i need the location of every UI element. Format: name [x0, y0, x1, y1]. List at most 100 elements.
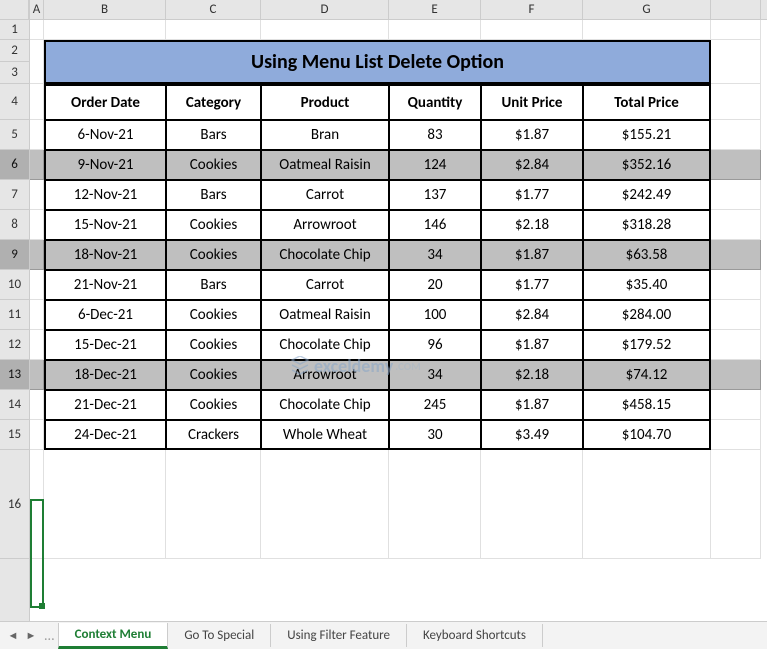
- row-header-10[interactable]: 10: [0, 270, 29, 300]
- fill-handle[interactable]: [39, 603, 45, 609]
- row-header-5[interactable]: 5: [0, 120, 29, 150]
- tab-nav-next[interactable]: ►: [22, 626, 40, 646]
- col-header-h[interactable]: [711, 0, 761, 19]
- cell-product[interactable]: Oatmeal Raisin: [261, 150, 389, 180]
- cell-quantity[interactable]: 96: [389, 330, 481, 360]
- cell-date[interactable]: 18-Dec-21: [44, 360, 166, 390]
- header-category[interactable]: Category: [166, 84, 261, 120]
- cell-product[interactable]: Chocolate Chip: [261, 240, 389, 270]
- cell-category[interactable]: Cookies: [166, 150, 261, 180]
- row-header-13[interactable]: 13: [0, 360, 29, 390]
- tab-nav-more[interactable]: ...: [40, 627, 59, 644]
- col-header-e[interactable]: E: [389, 0, 481, 19]
- cell-product[interactable]: Arrowroot: [261, 210, 389, 240]
- row-header-1[interactable]: 1: [0, 20, 29, 40]
- cell-total-price[interactable]: $318.28: [583, 210, 711, 240]
- cell-total-price[interactable]: $179.52: [583, 330, 711, 360]
- cell-date[interactable]: 15-Dec-21: [44, 330, 166, 360]
- col-header-f[interactable]: F: [481, 0, 583, 19]
- cell-unit-price[interactable]: $1.87: [481, 240, 583, 270]
- row-header-11[interactable]: 11: [0, 300, 29, 330]
- cell-category[interactable]: Crackers: [166, 420, 261, 450]
- cell-category[interactable]: Bars: [166, 270, 261, 300]
- cell-product[interactable]: Chocolate Chip: [261, 390, 389, 420]
- cell-quantity[interactable]: 30: [389, 420, 481, 450]
- cell-total-price[interactable]: $284.00: [583, 300, 711, 330]
- cell-date[interactable]: 12-Nov-21: [44, 180, 166, 210]
- sheet-tab-keyboard-shortcuts[interactable]: Keyboard Shortcuts: [406, 624, 543, 647]
- row-header-6[interactable]: 6: [0, 150, 29, 180]
- cell-date[interactable]: 6-Nov-21: [44, 120, 166, 150]
- cell-date[interactable]: 15-Nov-21: [44, 210, 166, 240]
- cell-quantity[interactable]: 245: [389, 390, 481, 420]
- cell-unit-price[interactable]: $2.18: [481, 210, 583, 240]
- cell-product[interactable]: Carrot: [261, 180, 389, 210]
- row-header-12[interactable]: 12: [0, 330, 29, 360]
- row-header-9[interactable]: 9: [0, 240, 29, 270]
- cell-unit-price[interactable]: $1.77: [481, 180, 583, 210]
- col-header-a[interactable]: A: [30, 0, 44, 19]
- select-all-corner[interactable]: [0, 0, 29, 20]
- cell-total-price[interactable]: $242.49: [583, 180, 711, 210]
- cell-unit-price[interactable]: $1.87: [481, 390, 583, 420]
- cell-category[interactable]: Bars: [166, 120, 261, 150]
- cell-total-price[interactable]: $35.40: [583, 270, 711, 300]
- cell-product[interactable]: Oatmeal Raisin: [261, 300, 389, 330]
- cell-total-price[interactable]: $63.58: [583, 240, 711, 270]
- cell-unit-price[interactable]: $1.87: [481, 120, 583, 150]
- cell-total-price[interactable]: $74.12: [583, 360, 711, 390]
- cell-total-price[interactable]: $458.15: [583, 390, 711, 420]
- cell-date[interactable]: 9-Nov-21: [44, 150, 166, 180]
- tab-nav-prev[interactable]: ◄: [4, 626, 22, 646]
- cell-total-price[interactable]: $155.21: [583, 120, 711, 150]
- row-header-4[interactable]: 4: [0, 84, 29, 120]
- sheet-tab-context-menu[interactable]: Context Menu: [58, 623, 169, 649]
- cells-area[interactable]: Using Menu List Delete Option Order Date…: [30, 20, 767, 559]
- cell-date[interactable]: 21-Nov-21: [44, 270, 166, 300]
- cell-category[interactable]: Bars: [166, 180, 261, 210]
- cell-category[interactable]: Cookies: [166, 360, 261, 390]
- header-order-date[interactable]: Order Date: [44, 84, 166, 120]
- cell-date[interactable]: 18-Nov-21: [44, 240, 166, 270]
- header-quantity[interactable]: Quantity: [389, 84, 481, 120]
- cell-quantity[interactable]: 20: [389, 270, 481, 300]
- cell-product[interactable]: Arrowroot: [261, 360, 389, 390]
- cell-total-price[interactable]: $104.70: [583, 420, 711, 450]
- header-unit-price[interactable]: Unit Price: [481, 84, 583, 120]
- row-header-15[interactable]: 15: [0, 420, 29, 450]
- row-header-2[interactable]: 2: [0, 40, 29, 62]
- row-header-16[interactable]: 16: [0, 450, 29, 559]
- header-total-price[interactable]: Total Price: [583, 84, 711, 120]
- cell-category[interactable]: Cookies: [166, 210, 261, 240]
- table-title[interactable]: Using Menu List Delete Option: [44, 40, 711, 84]
- row-header-3[interactable]: 3: [0, 62, 29, 84]
- cell-quantity[interactable]: 124: [389, 150, 481, 180]
- cell-unit-price[interactable]: $1.87: [481, 330, 583, 360]
- cell-product[interactable]: Whole Wheat: [261, 420, 389, 450]
- cell-category[interactable]: Cookies: [166, 240, 261, 270]
- cell-category[interactable]: Cookies: [166, 330, 261, 360]
- cell-unit-price[interactable]: $2.18: [481, 360, 583, 390]
- col-header-c[interactable]: C: [166, 0, 261, 19]
- cell-quantity[interactable]: 100: [389, 300, 481, 330]
- row-header-7[interactable]: 7: [0, 180, 29, 210]
- cell-quantity[interactable]: 146: [389, 210, 481, 240]
- row-header-8[interactable]: 8: [0, 210, 29, 240]
- col-header-b[interactable]: B: [44, 0, 166, 19]
- cell-unit-price[interactable]: $3.49: [481, 420, 583, 450]
- cell-date[interactable]: 21-Dec-21: [44, 390, 166, 420]
- cell-product[interactable]: Carrot: [261, 270, 389, 300]
- col-header-d[interactable]: D: [261, 0, 389, 19]
- sheet-tab-go-to-special[interactable]: Go To Special: [167, 624, 271, 647]
- cell-unit-price[interactable]: $1.77: [481, 270, 583, 300]
- cell-unit-price[interactable]: $2.84: [481, 150, 583, 180]
- cell-category[interactable]: Cookies: [166, 300, 261, 330]
- cell-quantity[interactable]: 34: [389, 360, 481, 390]
- cell-unit-price[interactable]: $2.84: [481, 300, 583, 330]
- col-header-g[interactable]: G: [583, 0, 711, 19]
- row-header-14[interactable]: 14: [0, 390, 29, 420]
- cell-quantity[interactable]: 34: [389, 240, 481, 270]
- cell-date[interactable]: 6-Dec-21: [44, 300, 166, 330]
- cell-date[interactable]: 24-Dec-21: [44, 420, 166, 450]
- cell-quantity[interactable]: 137: [389, 180, 481, 210]
